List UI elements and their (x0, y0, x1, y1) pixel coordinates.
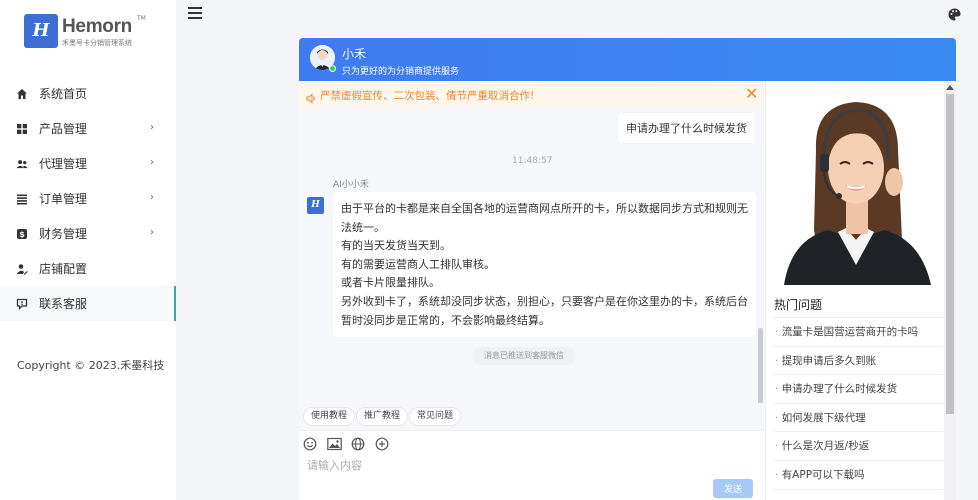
bot-message-line: 有的当天发货当天到。 (341, 239, 451, 253)
sidebar-item-finance[interactable]: $ 财务管理 › (0, 216, 176, 251)
sidebar-item-label: 产品管理 (39, 122, 88, 136)
menu-toggle-icon[interactable] (188, 7, 202, 19)
hot-question-item[interactable]: 什么是次月返/秒返 (773, 432, 943, 461)
hot-question-item[interactable]: 流量卡是国营运营商开的卡吗 (773, 318, 943, 347)
globe-icon[interactable] (351, 436, 365, 451)
quick-button-tutorial[interactable]: 使用教程 (303, 407, 356, 426)
grid-icon (16, 123, 28, 135)
send-button[interactable]: 发送 (713, 479, 753, 498)
chevron-right-icon: › (150, 157, 154, 168)
scroll-thumb[interactable] (946, 94, 954, 414)
notice-bar: 严禁虚假宣传、二次包装、倩节严重取消合作! ✕ (299, 81, 765, 108)
message-time: 11:48:57 (512, 156, 553, 166)
brand-name: Hemorn (62, 16, 132, 37)
users-icon (16, 158, 28, 170)
hot-question-item[interactable]: 提现申请后多久到账 (773, 347, 943, 376)
brand-logo[interactable]: H Hemorn TM 禾墨号卡分销管理系统 (24, 14, 164, 50)
chat-input[interactable] (307, 455, 707, 475)
notice-text: 严禁虚假宣传、二次包装、倩节严重取消合作! (320, 90, 535, 102)
sidebar-item-label: 店铺配置 (39, 262, 88, 276)
chevron-right-icon: › (150, 192, 154, 203)
sidebar-item-label: 订单管理 (39, 192, 88, 206)
sidebar-item-orders[interactable]: 订单管理 › (0, 181, 176, 216)
chat-window: 小禾 只为更好的为分销商提供服务 严禁虚假宣传、二次包装、倩节严重取消合作! ✕… (299, 38, 956, 500)
hot-question-item[interactable]: 如何发展下级代理 (773, 404, 943, 433)
scroll-up-icon[interactable] (946, 85, 954, 90)
bot-message: 由于平台的卡都是来自全国各地的运营商网点所开的卡，所以数据同步方式和规则无法统一… (333, 192, 756, 338)
speaker-icon (306, 89, 317, 104)
agent-description: 只为更好的为分销商提供服务 (342, 67, 460, 77)
bot-message-line: 或者卡片限量排队。 (341, 276, 440, 290)
list-icon (16, 193, 28, 205)
image-icon[interactable] (327, 436, 342, 451)
user-edit-icon (16, 263, 28, 275)
brand-tagline: 禾墨号卡分销管理系统 (62, 39, 132, 47)
palette-icon[interactable] (948, 6, 961, 21)
dollar-icon: $ (16, 228, 28, 240)
brand-tm: TM (137, 15, 146, 22)
quick-button-promotion[interactable]: 推广教程 (356, 407, 409, 426)
hot-question-item[interactable]: 有APP可以下载吗 (773, 461, 943, 490)
bot-avatar-icon: H (307, 197, 324, 214)
sidebar-item-contact-support[interactable]: 联系客服 (0, 286, 176, 321)
close-icon[interactable]: ✕ (745, 84, 758, 103)
logo-mark-icon: H (24, 14, 58, 48)
chat-header: 小禾 只为更好的为分销商提供服务 (299, 38, 956, 81)
hot-questions-panel: 热门问题 流量卡是国营运营商开的卡吗 提现申请后多久到账 申请办理了什么时候发货… (765, 81, 956, 500)
sidebar-menu: 系统首页 产品管理 › 代理管理 › 订单管理 › $ 财务管理 › 店铺配置 … (0, 76, 176, 321)
quick-reply-row: 使用教程 推广教程 常见问题 (299, 403, 765, 430)
sidebar-item-store-config[interactable]: 店铺配置 (0, 251, 176, 286)
agent-name: 小禾 (342, 47, 367, 61)
panel-scrollbar[interactable] (944, 81, 956, 500)
sidebar-item-home[interactable]: 系统首页 (0, 76, 176, 111)
chevron-right-icon: › (150, 227, 154, 238)
hot-question-item[interactable]: 申请办理了什么时候发货 (773, 375, 943, 404)
message-list[interactable]: 申请办理了什么时候发货 11:48:57 AI小小禾 H 由于平台的卡都是来自全… (299, 108, 765, 403)
quick-button-faq[interactable]: 常见问题 (409, 407, 462, 426)
sidebar-item-label: 联系客服 (39, 297, 88, 311)
chevron-right-icon: › (150, 122, 154, 133)
sidebar-item-label: 代理管理 (39, 157, 88, 171)
bot-name: AI小小禾 (333, 180, 369, 190)
sidebar-item-label: 财务管理 (39, 227, 88, 241)
svg-text:$: $ (19, 230, 25, 239)
sidebar-item-products[interactable]: 产品管理 › (0, 111, 176, 146)
system-note: 消息已推送到客服微信 (473, 347, 575, 365)
message-composer: 发送 (299, 430, 765, 500)
agent-photo (766, 90, 943, 285)
message-scrollbar[interactable] (758, 328, 763, 408)
hot-questions-title: 热门问题 (774, 298, 823, 312)
plus-icon[interactable] (375, 436, 389, 451)
emoji-icon[interactable] (303, 436, 317, 451)
bot-message-line: 由于平台的卡都是来自全国各地的运营商网点所开的卡，所以数据同步方式和规则无法统一… (341, 202, 748, 234)
chat-icon (16, 298, 28, 310)
copyright-text: Copyright © 2023.禾墨科技 (17, 359, 165, 372)
user-message: 申请办理了什么时候发货 (618, 113, 755, 143)
hot-questions-list: 流量卡是国营运营商开的卡吗 提现申请后多久到账 申请办理了什么时候发货 如何发展… (773, 317, 943, 490)
bot-message-line: 有的需要运营商人工排队审核。 (341, 257, 495, 271)
home-icon (16, 88, 28, 100)
bot-message-line: 另外收到卡了，系统却没同步状态，别担心，只要客户是在你这里办的卡，系统后台暂时没… (341, 294, 748, 327)
sidebar-item-agents[interactable]: 代理管理 › (0, 146, 176, 181)
online-status-dot (329, 65, 336, 72)
sidebar-item-label: 系统首页 (39, 87, 88, 101)
sidebar: H Hemorn TM 禾墨号卡分销管理系统 系统首页 产品管理 › 代理管理 … (0, 0, 176, 500)
